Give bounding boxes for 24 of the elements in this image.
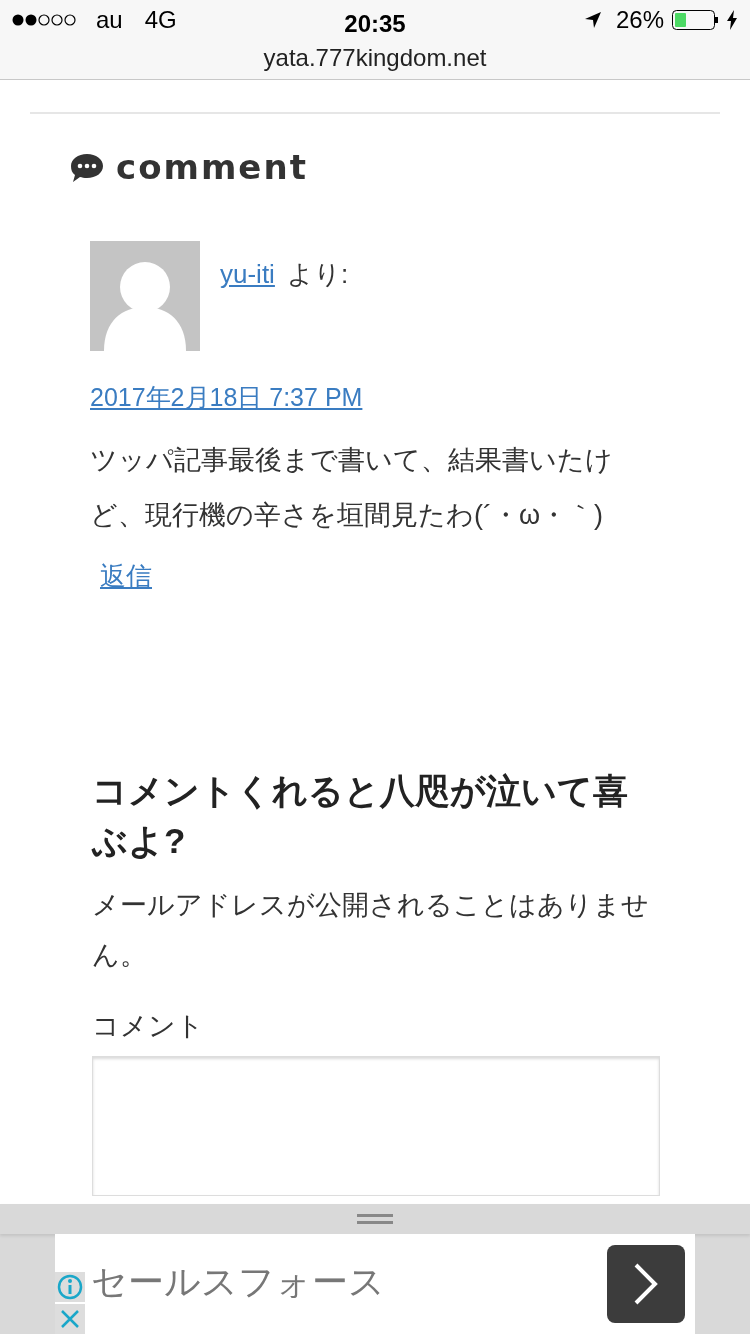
avatar-icon xyxy=(90,241,200,351)
form-heading: コメントくれると八咫が泣いて喜ぶよ? xyxy=(92,769,629,862)
info-icon[interactable] xyxy=(55,1272,85,1302)
chevron-right-icon xyxy=(633,1262,659,1306)
privacy-note: メールアドレスが公開されることはありません。 xyxy=(92,888,650,972)
carrier-label: au xyxy=(96,5,123,35)
speech-bubble-icon xyxy=(70,152,104,183)
network-label: 4G xyxy=(144,5,177,35)
battery-icon xyxy=(672,10,718,30)
section-title: comment xyxy=(116,146,308,189)
clock: 20:35 xyxy=(344,9,406,39)
close-icon[interactable] xyxy=(55,1304,85,1334)
author-link[interactable]: yu-iti xyxy=(220,255,275,294)
comment-body: ツッパ記事最後まで書いて、結果書いたけど、現行機の辛さを垣間見たわ(´・ω・｀) xyxy=(90,443,614,532)
drag-handle-icon[interactable] xyxy=(357,1213,393,1225)
comment-field[interactable] xyxy=(92,1056,660,1196)
comment-label: コメント xyxy=(92,1009,205,1043)
url-label[interactable]: yata.777kingdom.net xyxy=(263,40,487,76)
next-button[interactable] xyxy=(607,1245,685,1323)
location-icon xyxy=(583,11,602,29)
comment-date-link[interactable]: 2017年2月18日 7:37 PM xyxy=(90,379,363,417)
battery-percentage: 26% xyxy=(615,5,664,35)
reply-link[interactable]: 返信 xyxy=(100,556,152,596)
author-suffix: より: xyxy=(286,258,349,291)
